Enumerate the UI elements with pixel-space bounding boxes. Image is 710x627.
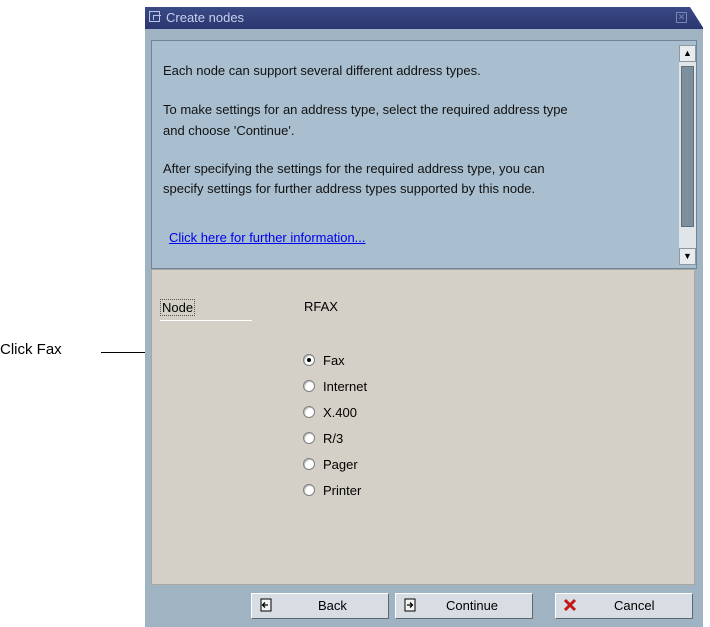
vertical-scrollbar[interactable]: ▲ ▼ — [679, 45, 696, 265]
radio-x400-button[interactable] — [303, 406, 315, 418]
info-line-3: and choose 'Continue'. — [163, 123, 295, 138]
info-line-5: specify settings for further address typ… — [163, 181, 536, 196]
radio-pager-label: Pager — [323, 456, 358, 472]
continue-label: Continue — [446, 598, 499, 613]
create-nodes-dialog: Create nodes ✕ Each node can support sev… — [145, 7, 704, 627]
back-label: Back — [318, 598, 347, 613]
further-info-link[interactable]: Click here for further information... — [169, 230, 366, 245]
window-title: Create nodes — [166, 10, 245, 25]
radio-r3-button[interactable] — [303, 432, 315, 444]
close-icon[interactable]: ✕ — [676, 12, 687, 23]
callout-label: Click Fax — [0, 341, 62, 358]
radio-internet[interactable]: Internet — [303, 376, 367, 396]
back-button[interactable]: Back — [251, 593, 389, 619]
info-line-1: Each node can support several different … — [163, 63, 481, 78]
radio-r3[interactable]: R/3 — [303, 428, 343, 448]
radio-printer[interactable]: Printer — [303, 480, 361, 500]
node-label-underline — [160, 320, 252, 321]
radio-internet-label: Internet — [323, 378, 368, 394]
radio-pager-button[interactable] — [303, 458, 315, 470]
cancel-button[interactable]: Cancel — [555, 593, 693, 619]
radio-x400-label: X.400 — [323, 404, 357, 420]
form-panel: Node RFAX Fax Internet X.400 R/3 Pager P… — [151, 269, 695, 585]
window-icon — [149, 11, 161, 22]
radio-pager[interactable]: Pager — [303, 454, 358, 474]
info-line-2: To make settings for an address type, se… — [163, 102, 568, 117]
radio-internet-button[interactable] — [303, 380, 315, 392]
scroll-thumb[interactable] — [681, 66, 694, 227]
title-bar: Create nodes ✕ — [145, 7, 704, 29]
scroll-up-icon[interactable]: ▲ — [679, 45, 696, 62]
continue-button[interactable]: Continue — [395, 593, 533, 619]
info-panel: Each node can support several different … — [151, 40, 697, 269]
radio-x400[interactable]: X.400 — [303, 402, 357, 422]
continue-icon — [404, 598, 416, 612]
scroll-down-icon[interactable]: ▼ — [679, 248, 696, 265]
radio-fax-label: Fax — [323, 352, 345, 368]
radio-printer-button[interactable] — [303, 484, 315, 496]
node-value: RFAX — [304, 299, 338, 314]
button-bar: Back Continue Cancel — [145, 593, 703, 621]
radio-printer-label: Printer — [323, 482, 362, 498]
radio-fax[interactable]: Fax — [303, 350, 345, 370]
cancel-icon — [563, 598, 577, 612]
back-icon — [260, 598, 272, 612]
cancel-label: Cancel — [614, 598, 655, 613]
info-line-4: After specifying the settings for the re… — [163, 161, 545, 176]
radio-r3-label: R/3 — [323, 430, 344, 446]
radio-fax-button[interactable] — [303, 354, 315, 366]
node-label: Node — [160, 299, 196, 316]
